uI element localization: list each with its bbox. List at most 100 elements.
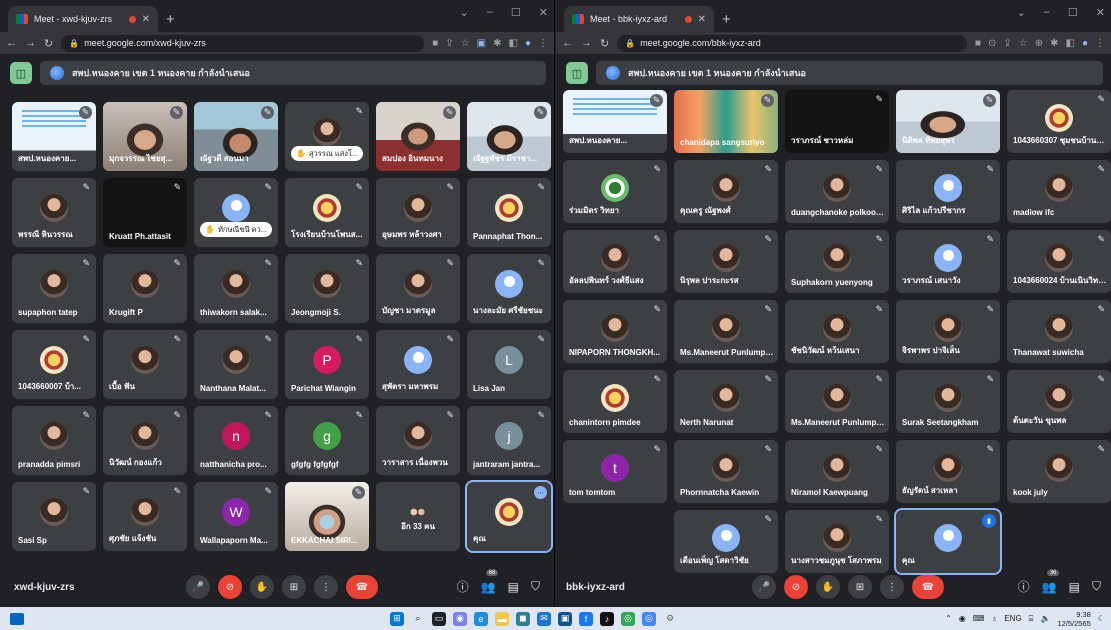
browser-tab[interactable]: Meet - bbk-iyxz-ard ✕ — [564, 6, 714, 32]
participant-tile[interactable]: ✎ Nanthana Malat... — [194, 330, 278, 399]
extension-icon[interactable]: ▣ — [477, 38, 486, 49]
participant-tile[interactable]: ✎ ณัฐฐพัชร มีราชา... — [467, 102, 551, 171]
star-icon[interactable]: ☆ — [1019, 38, 1028, 49]
more-options-button[interactable]: ⋮ — [880, 575, 904, 599]
participant-tile[interactable]: ✎ จิรพาพร ปาจิเส็น — [896, 300, 1000, 363]
participant-tile[interactable]: ✎ ชัชนิวัฒน์ หว้นเสนา — [785, 300, 889, 363]
participant-tile[interactable]: ✎ kook july — [1007, 440, 1111, 503]
network-icon[interactable]: ⌸ — [1029, 614, 1034, 624]
back-arrow-icon[interactable]: ← — [562, 37, 573, 49]
share-icon[interactable]: ⇪ — [445, 38, 453, 49]
camera-off-button[interactable]: ⊘ — [218, 575, 242, 599]
new-tab-button[interactable]: + — [166, 11, 175, 28]
participant-tile[interactable]: ✎ supaphon tatep — [12, 254, 96, 323]
task-view-icon[interactable]: ▭ — [432, 611, 446, 626]
forward-arrow-icon[interactable]: → — [581, 37, 592, 49]
participant-tile[interactable]: ✎ พรรณี หินวรรณ — [12, 178, 96, 247]
participant-tile[interactable]: ✎ ต้นตะวัน ขุนพล — [1007, 370, 1111, 433]
participant-tile[interactable]: ✎ วราภรณ์ เสนาวัง — [896, 230, 1000, 293]
mic-button[interactable]: 🎤 — [186, 575, 210, 599]
participant-tile[interactable]: ✎ Pannaphat Thon... — [467, 178, 551, 247]
close-window-button[interactable]: ✕ — [539, 6, 548, 19]
raise-hand-button[interactable]: ✋ — [250, 575, 274, 599]
activities-icon[interactable]: ⛉ — [531, 579, 540, 594]
participant-tile[interactable]: ✎ โรงเรียนบ้านโพนส... — [285, 178, 369, 247]
volume-icon[interactable]: 🔈 — [1040, 614, 1050, 623]
clock[interactable]: 9:38 12/5/2565 — [1057, 610, 1090, 628]
participant-tile[interactable]: ✎ ✋ สุวรรณ แสงโ... — [285, 102, 369, 171]
sidebar-icon[interactable]: ◧ — [509, 38, 518, 49]
participant-tile[interactable]: ✎ 1043660024 บ้านเนินวิทยา — [1007, 230, 1111, 293]
participant-tile[interactable]: ✎ Phornnatcha Kaewin — [674, 440, 778, 503]
participant-tile[interactable]: ✎ ร่วมมิตร วิทยา — [563, 160, 667, 223]
close-window-button[interactable]: ✕ — [1096, 6, 1105, 19]
reload-icon[interactable]: ↻ — [44, 37, 53, 50]
participant-tile[interactable]: ✎ Sasi Sp — [12, 482, 96, 551]
participant-tile[interactable]: L ✎ Lisa Jan — [467, 330, 551, 399]
participant-tile[interactable]: ✎ Thanawat suwicha — [1007, 300, 1111, 363]
star-icon[interactable]: ☆ — [461, 38, 470, 49]
participant-tile[interactable]: ✎ Krugift P — [103, 254, 187, 323]
present-layout-button[interactable]: ◫ — [566, 62, 588, 84]
close-tab-icon[interactable]: ✕ — [698, 14, 706, 25]
new-tab-button[interactable]: + — [722, 11, 731, 28]
reload-icon[interactable]: ↻ — [600, 37, 609, 50]
participant-tile[interactable]: ✎ ศุภชัย แจ้งชัน — [103, 482, 187, 551]
maximize-button[interactable]: ☐ — [1068, 6, 1078, 19]
raise-hand-button[interactable]: ✋ — [816, 575, 840, 599]
participant-tile[interactable]: ✎ วราภรณ์ ชาวหล่ม — [785, 90, 889, 153]
participant-tile[interactable]: ✎ วาราสาร เนื่องพวน — [376, 406, 460, 475]
chevron-up-icon[interactable]: ⌃ — [945, 614, 952, 623]
camera-icon[interactable]: ■ — [975, 38, 981, 49]
people-button[interactable]: 👥 68 — [481, 569, 499, 594]
participant-tile[interactable]: ✎ ศิริไล แก้วปรีชากร — [896, 160, 1000, 223]
camera-off-button[interactable]: ⊘ — [784, 575, 808, 599]
profile-icon[interactable]: ● — [525, 38, 531, 49]
more-dots-icon[interactable]: ⋯ — [534, 486, 547, 499]
chrome-profile-icon[interactable]: ◎ — [642, 611, 656, 626]
participant-tile[interactable]: ✎ Kruatt Ph.attasit — [103, 178, 187, 247]
menu-dots-icon[interactable]: ⋮ — [538, 38, 548, 49]
puzzle-icon[interactable]: ✱ — [493, 38, 501, 49]
present-screen-button[interactable]: ⊞ — [848, 575, 872, 599]
participant-tile[interactable]: ✎ Ms.Maneerut Punlumpuk — [674, 300, 778, 363]
participant-tile[interactable]: ✎ chanintorn pimdee — [563, 370, 667, 433]
tab-search-icon[interactable]: ⊙ — [988, 38, 996, 49]
tray-app-icon[interactable]: ◉ — [959, 614, 966, 623]
participant-tile[interactable]: ✎ chanidapa sangsuriyo — [674, 90, 778, 153]
participant-tile[interactable]: อีก 33 คน — [376, 482, 460, 551]
participant-tile[interactable]: ✎ EKKACHAI SIRI... — [285, 482, 369, 551]
participant-tile[interactable]: ✎ ธัญรัตน์ สาเหลา — [896, 440, 1000, 503]
participant-tile[interactable]: P ✎ Parichat Wiangin — [285, 330, 369, 399]
present-layout-button[interactable]: ◫ — [10, 62, 32, 84]
camera-icon[interactable]: ■ — [432, 38, 438, 49]
participant-tile[interactable]: ✎ madiow ifc — [1007, 160, 1111, 223]
chat-icon[interactable]: ▤ — [1069, 580, 1080, 594]
participant-tile[interactable]: ✎ อัลลปพินทร์ วงศ์ธีแสง — [563, 230, 667, 293]
participant-tile[interactable]: ✎ 1043660007 บ้า... — [12, 330, 96, 399]
language-indicator[interactable]: ENG — [1004, 614, 1021, 623]
mic-tray-icon[interactable]: ♁ — [991, 614, 997, 623]
chrome-icon[interactable]: ◎ — [621, 611, 635, 626]
participant-tile[interactable]: ✎ นิวัฒน์ กองแก้ว — [103, 406, 187, 475]
participant-tile[interactable]: ✎ นิรุพล ปาระกะรส — [674, 230, 778, 293]
participant-tile[interactable]: ✎ นางละมัย ศรีชัยชนะ — [467, 254, 551, 323]
edge-icon[interactable]: e — [474, 611, 488, 626]
chat-app-icon[interactable]: ◉ — [453, 611, 467, 626]
participant-tile[interactable]: t ✎ tom tomtom — [563, 440, 667, 503]
participant-tile[interactable]: ✎ Ms.Maneerut Punlumpuk — [785, 370, 889, 433]
end-call-button[interactable]: ☎ — [346, 575, 378, 599]
presenting-chip[interactable]: สพป.หนองคาย เขต 1 หนองคาย กำลังนำเสนอ — [596, 61, 1103, 85]
participant-tile[interactable]: j ✎ jantraram jantra... — [467, 406, 551, 475]
search-icon[interactable]: ⌕ — [411, 612, 425, 626]
participant-tile[interactable]: ✎ duangchanoke polkoom... — [785, 160, 889, 223]
participant-tile[interactable]: ✎ สพป.หนองคาย... — [563, 90, 667, 153]
sidebar-icon[interactable]: ◧ — [1066, 38, 1075, 49]
participant-tile[interactable]: ✎ Niramol Kaewpuang — [785, 440, 889, 503]
participant-tile[interactable]: ✎ Nerth Narunat — [674, 370, 778, 433]
participant-tile[interactable]: ✎ นางสาวชมภูนุช โสภาพรม — [785, 510, 889, 573]
participant-tile[interactable]: ✎ สพป.หนองคาย... — [12, 102, 96, 171]
more-options-button[interactable]: ⋮ — [314, 575, 338, 599]
participant-tile[interactable]: ✎ pranadda pimsri — [12, 406, 96, 475]
file-explorer-icon[interactable]: ▬ — [495, 611, 509, 626]
